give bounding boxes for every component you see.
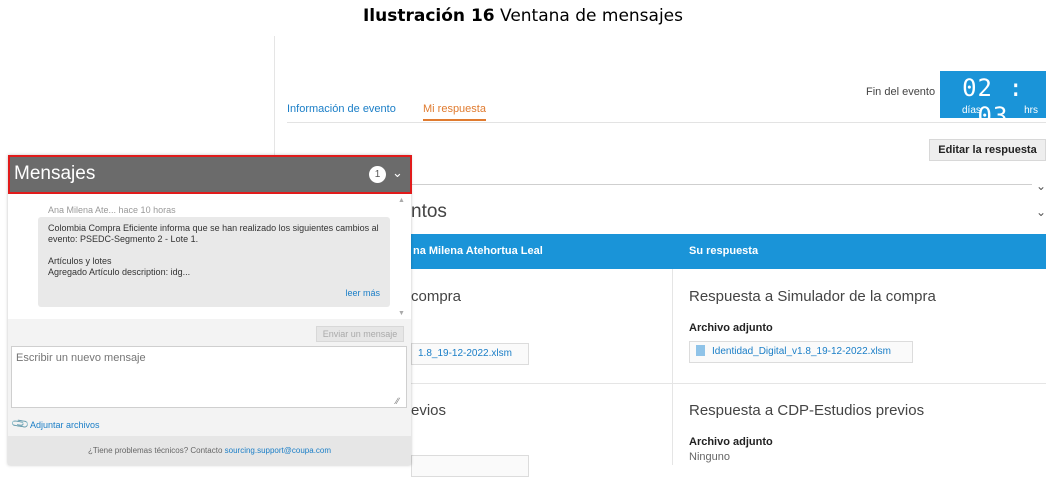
attach-files-label: Adjuntar archivos	[29, 420, 100, 430]
resize-handle-icon[interactable]: ∕∕	[396, 396, 399, 406]
row1-right-title: Respuesta a Simulador de la compra	[689, 288, 936, 305]
row-divider	[411, 383, 1046, 384]
row2-attachment-value: Ninguno	[689, 451, 730, 463]
caption-text: Ventana de mensajes	[494, 6, 683, 26]
edit-response-button[interactable]: Editar la respuesta	[929, 139, 1046, 161]
new-message-input[interactable]	[11, 346, 407, 408]
row1-left-file[interactable]: 1.8_19-12-2022.xlsm	[411, 343, 529, 365]
event-end-label: Fin del evento	[866, 86, 936, 98]
paperclip-icon: 📎	[10, 413, 31, 435]
scroll-down-icon[interactable]: ▼	[398, 310, 405, 317]
read-more-link[interactable]: leer más	[345, 288, 380, 298]
column-divider	[672, 269, 673, 465]
support-footer: ¿Tiene problemas técnicos? Contacto sour…	[8, 436, 411, 465]
row2-left-file[interactable]	[411, 455, 529, 477]
tab-my-response[interactable]: Mi respuesta	[423, 103, 486, 121]
left-divider	[274, 36, 275, 156]
attach-files-link[interactable]: 📎Adjuntar archivos	[10, 413, 100, 435]
send-message-button[interactable]: Enviar un mensaje	[316, 326, 404, 342]
message-line: evento: PSEDC-Segmento 2 - Lote 1.	[48, 234, 199, 244]
row2-left-title: evios	[411, 402, 447, 419]
message-line: Colombia Compra Eficiente informa que se…	[48, 223, 379, 233]
row1-attachment-file[interactable]: Identidad_Digital_v1.8_19-12-2022.xlsm	[689, 341, 913, 363]
row2-attachment-label: Archivo adjunto	[689, 436, 773, 448]
compose-area: Enviar un mensaje ∕∕ 📎Adjuntar archivos …	[8, 319, 411, 465]
messages-panel: Mensajes 1 ⌄ Ana Milena Ate... hace 10 h…	[8, 155, 411, 465]
row1-left-title: compra	[411, 288, 462, 305]
message-bubble: Colombia Compra Eficiente informa que se…	[38, 217, 390, 307]
messages-scrollbar[interactable]: ▲ ▼	[398, 197, 407, 317]
section-divider	[412, 184, 1032, 185]
column-header-response: Su respuesta	[689, 245, 759, 257]
tab-event-info[interactable]: Información de evento	[287, 103, 396, 115]
countdown-unit-days: días	[962, 105, 981, 116]
countdown-unit-hours: hrs	[1024, 105, 1038, 116]
chevron-down-icon[interactable]: ⌄	[1036, 205, 1046, 219]
tab-underline	[287, 122, 1046, 123]
message-line: Agregado Artículo description: idg...	[48, 267, 191, 277]
row1-attachment-label: Archivo adjunto	[689, 322, 773, 334]
row2-right-title: Respuesta a CDP-Estudios previos	[689, 402, 925, 419]
support-email-link[interactable]: sourcing.support@coupa.com	[225, 446, 331, 455]
section-title: ntos	[411, 201, 447, 222]
caption-number: Ilustración 16	[362, 6, 495, 26]
file-icon	[696, 344, 705, 356]
highlight-box	[8, 155, 412, 194]
chevron-down-icon[interactable]: ⌄	[1036, 179, 1046, 193]
countdown-timer: 02 : 03 días hrs	[940, 71, 1046, 130]
column-header-supplier: na Milena Atehortua Leal	[413, 245, 543, 257]
figure-caption: Ilustración 16 Ventana de mensajes	[0, 6, 1046, 26]
support-text: ¿Tiene problemas técnicos? Contacto	[87, 446, 223, 455]
message-meta: Ana Milena Ate... hace 10 horas	[48, 205, 176, 215]
message-line: Artículos y lotes	[48, 256, 112, 266]
row1-attachment-filename: Identidad_Digital_v1.8_19-12-2022.xlsm	[712, 346, 892, 357]
scroll-up-icon[interactable]: ▲	[398, 197, 405, 204]
